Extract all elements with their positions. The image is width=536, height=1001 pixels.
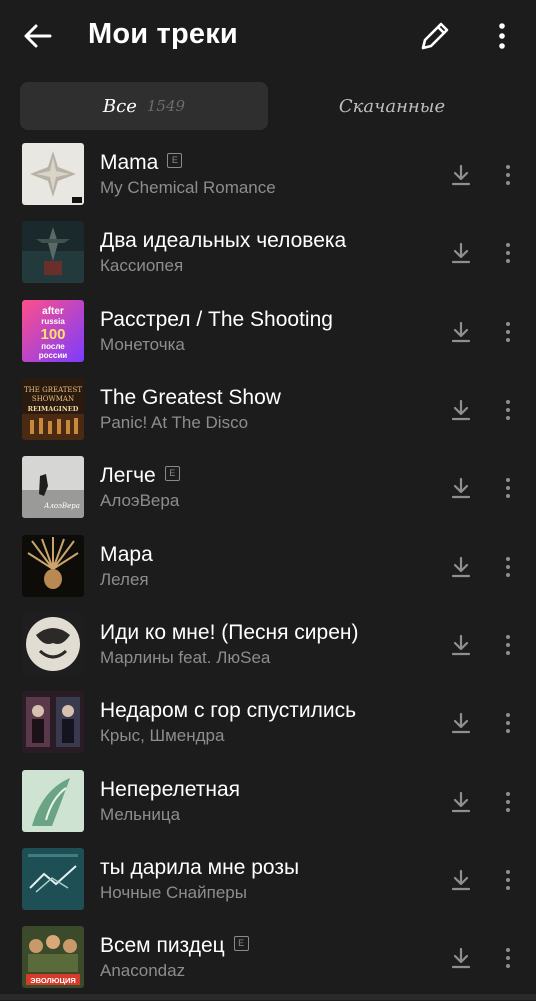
album-cover: after russia 100 после россии [22,300,84,362]
track-row[interactable]: ты дарила мне розы Ночные Снайперы [0,845,536,923]
album-cover [22,143,84,205]
more-vertical-icon[interactable] [498,632,518,658]
explicit-badge: E [167,152,183,168]
download-icon[interactable] [448,710,474,736]
tab-downloaded[interactable]: Скачанные [268,82,516,130]
track-row[interactable]: Два идеальных человека Кассиопея [0,218,536,296]
download-icon[interactable] [448,475,474,501]
more-vertical-icon[interactable] [498,945,518,971]
track-row[interactable]: Мара Лелея [0,532,536,610]
tab-downloaded-label: Скачанные [338,95,446,117]
download-icon[interactable] [448,162,474,188]
download-icon[interactable] [448,867,474,893]
bottom-bar [0,994,536,1000]
album-cover [22,691,84,753]
explicit-badge: E [164,465,180,481]
more-vertical-icon[interactable] [498,475,518,501]
svg-text:ЭВОЛЮЦИЯ: ЭВОЛЮЦИЯ [30,976,75,985]
tab-all-label: Все [102,95,137,117]
album-cover: АлоэВера [22,456,84,518]
track-title: Мара [100,543,153,566]
track-row[interactable]: THE GREATEST SHOWMAN REIMAGINED The Grea… [0,375,536,453]
explicit-badge: E [233,935,249,951]
track-title: Неперелетная [100,778,241,801]
svg-text:after: after [42,306,64,317]
svg-text:THE GREATEST: THE GREATEST [24,386,82,394]
more-vertical-icon[interactable] [498,319,518,345]
track-title: The Greatest Show [100,386,281,409]
svg-text:russia: russia [41,317,65,326]
track-artist: My Chemical Romance [100,178,276,197]
track-artist: Anacondaz [100,961,186,980]
album-cover [22,535,84,597]
download-icon[interactable] [448,554,474,580]
more-vertical-icon[interactable] [498,554,518,580]
svg-text:АлоэВера: АлоэВера [43,502,80,510]
download-icon[interactable] [448,319,474,345]
svg-text:после: после [41,342,65,351]
tabs: Все 1549 Скачанные [20,82,516,130]
track-title: Расстрел / The Shooting [100,308,333,331]
track-row[interactable]: Mama E My Chemical Romance [0,140,536,218]
back-arrow-icon[interactable] [20,20,56,52]
album-cover: THE GREATEST SHOWMAN REIMAGINED [22,378,84,440]
track-artist: Монеточка [100,335,185,354]
track-title: Mama E [100,151,183,175]
more-vertical-icon[interactable] [498,710,518,736]
track-artist: АлоэВера [100,491,180,510]
svg-text:SHOWMAN: SHOWMAN [32,395,74,403]
track-title: Всем пиздец E [100,934,249,958]
album-cover: ЭВОЛЮЦИЯ [22,926,84,988]
svg-text:россии: россии [39,351,67,360]
more-vertical-icon[interactable] [498,162,518,188]
track-artist: Марлины feat. ЛюSea [100,648,271,667]
track-artist: Кассиопея [100,256,184,275]
track-title: Два идеальных человека [100,229,347,252]
track-artist: Panic! At The Disco [100,413,249,432]
svg-text:REIMAGINED: REIMAGINED [28,405,79,413]
track-row[interactable]: after russia 100 после россии Расстрел /… [0,297,536,375]
more-vertical-icon[interactable] [498,867,518,893]
download-icon[interactable] [448,397,474,423]
track-row[interactable]: ЭВОЛЮЦИЯ Всем пиздец E Anacondaz [0,923,536,1001]
more-vertical-icon[interactable] [498,789,518,815]
track-artist: Ночные Снайперы [100,883,247,902]
track-title: Иди ко мне! (Песня сирен) [100,621,359,644]
track-title: Легче E [100,464,180,488]
download-icon[interactable] [448,789,474,815]
tab-all-count: 1549 [146,97,186,115]
download-icon[interactable] [448,632,474,658]
app-header: Мои треки [0,0,536,74]
album-cover [22,613,84,675]
pencil-icon[interactable] [414,20,454,54]
track-row[interactable]: Недаром с гор спустились Крыс, Шмендра [0,688,536,766]
album-cover [22,221,84,283]
track-artist: Крыс, Шмендра [100,726,225,745]
track-title: ты дарила мне розы [100,856,300,879]
more-vertical-icon[interactable] [498,240,518,266]
album-cover [22,770,84,832]
track-artist: Лелея [100,570,149,589]
album-cover [22,848,84,910]
track-row[interactable]: Неперелетная Мельница [0,767,536,845]
track-row[interactable]: АлоэВера Легче E АлоэВера [0,453,536,531]
tab-all[interactable]: Все 1549 [20,82,268,130]
svg-text:100: 100 [40,326,65,343]
download-icon[interactable] [448,240,474,266]
track-artist: Мельница [100,805,181,824]
download-icon[interactable] [448,945,474,971]
track-row[interactable]: Иди ко мне! (Песня сирен) Марлины feat. … [0,610,536,688]
page-title: Мои треки [88,18,238,50]
track-title: Недаром с гор спустились [100,699,357,722]
more-vertical-icon[interactable] [498,397,518,423]
more-vertical-icon[interactable] [490,20,514,54]
